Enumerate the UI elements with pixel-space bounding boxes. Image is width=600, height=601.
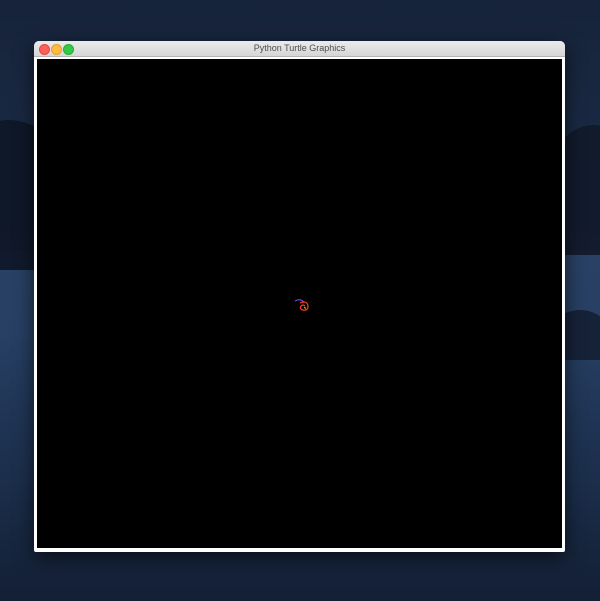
desktop-background: Python Turtle Graphics: [0, 0, 600, 601]
spiral-stroke-red: [299, 301, 309, 311]
window-title: Python Turtle Graphics: [253, 43, 346, 53]
turtle-window: Python Turtle Graphics: [34, 41, 565, 552]
window-titlebar[interactable]: Python Turtle Graphics: [34, 41, 565, 57]
turtle-spiral-drawing: [294, 299, 309, 311]
turtle-canvas[interactable]: [37, 59, 562, 548]
spiral-stroke-orange: [303, 306, 306, 310]
